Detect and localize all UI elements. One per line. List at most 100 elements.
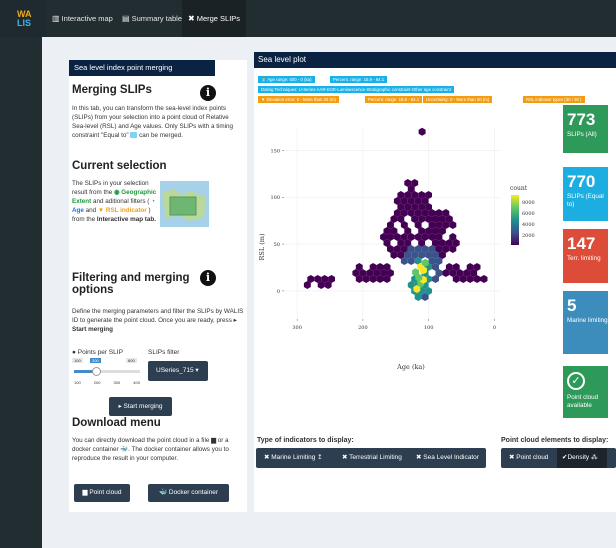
toggle-label: Point cloud xyxy=(516,454,549,461)
uncertainty-badge: Uncertainty: 0 - More than 20 (m) xyxy=(423,96,493,103)
legend-title: count xyxy=(510,185,528,192)
slider-tick: 300 xyxy=(113,380,121,385)
tab-label: Summary table xyxy=(131,14,182,23)
slider-min: 100 xyxy=(72,358,83,363)
docker-icon: 🐳 xyxy=(120,446,129,453)
stat-label: SLIPs (All) xyxy=(567,131,597,138)
merging-text-end: can be merged. xyxy=(139,132,183,139)
tab-summary-table[interactable]: ▤ Summary table xyxy=(116,0,188,37)
x-axis-label: Age (ka) xyxy=(396,363,425,371)
slider-tick: 100 xyxy=(74,380,81,385)
toggle-label: Marine Limiting xyxy=(271,454,316,461)
indicator-type-toolbar: ✖ Marine Limiting ↥ ✖ Terrestrial Limiti… xyxy=(256,448,486,468)
download-menu-title: Download menu xyxy=(72,417,161,429)
info-icon[interactable]: i xyxy=(200,85,216,101)
filter-title-line2: options xyxy=(72,284,114,296)
points-per-slip-label: ● Points per SLIP xyxy=(72,349,123,356)
colorbar-tick-label: 6000 xyxy=(522,211,535,217)
selection-description: The SLIPs in your selection result from … xyxy=(72,179,160,224)
stat-label: Point cloud available xyxy=(567,394,599,409)
percent-range-badge-2: Percent. range: 15.9 - 84.1 xyxy=(365,96,423,103)
merge-icon: ✖ xyxy=(188,14,195,23)
interactive-map-tab-label: Interactive map tab. xyxy=(96,216,157,223)
filter-text-bold: Start merging xyxy=(72,326,113,333)
dating-techniques-badge: Dating Techniques: U-Series-AAR-ESR-Lumi… xyxy=(258,86,454,93)
slips-filter-label: SLIPs filter xyxy=(148,349,180,356)
badge-text: Age range: 500 - 0 (ka) xyxy=(267,77,312,82)
stat-card: 5 Marine limiting xyxy=(563,291,608,354)
slider-value: 200 xyxy=(90,358,101,363)
stat-label: SLIPs (Equal to) xyxy=(567,193,604,208)
filter-text: Define the merging parameters and filter… xyxy=(72,308,244,324)
slips-filter-select[interactable]: USeries_715 ▾ xyxy=(148,361,208,381)
file-icon: ▆ xyxy=(82,489,88,496)
docker-icon: 🐳 xyxy=(158,489,168,496)
terrestrial-limiting-toggle[interactable]: ✖ Terrestrial Limiting xyxy=(342,448,402,468)
y-tick-label: 0 xyxy=(277,289,280,295)
rsl-text: RSL indicator xyxy=(105,207,147,214)
sea-level-indicator-toggle[interactable]: ✖ Sea Level Indicator xyxy=(416,448,479,468)
x-tick-label: 200 xyxy=(358,325,368,331)
map-icon: ▥ xyxy=(52,14,60,23)
stat-value: 770 xyxy=(567,172,596,191)
walis-logo[interactable]: WA LIS xyxy=(0,0,46,37)
slider-handle[interactable] xyxy=(92,367,101,376)
point-cloud-toggle[interactable]: ✖ Point cloud xyxy=(509,448,548,468)
filter-title-line1: Filtering and merging xyxy=(72,272,190,284)
selection-minimap xyxy=(160,181,209,227)
elevation-error-badge: ▼ Elevation error: 0 - More than 20 (m) xyxy=(258,96,339,103)
selection-text: and aditional filters ( xyxy=(93,198,150,205)
point-cloud-button-label: Point cloud xyxy=(89,489,122,496)
table-icon: ▤ xyxy=(122,14,130,23)
slider-tick: 200 xyxy=(93,380,101,385)
download-docker-button[interactable]: 🐳 Docker container xyxy=(148,484,229,502)
sidebar xyxy=(0,37,42,548)
tab-merge-slips[interactable]: ✖ Merge SLIPs xyxy=(182,0,247,37)
merging-panel-header: Sea level index point merging xyxy=(69,60,215,76)
stat-card: ✓ Point cloud available xyxy=(563,366,608,418)
check-circle-icon: ✓ xyxy=(567,372,585,390)
stat-card: 773 SLIPs (All) xyxy=(563,105,608,153)
toggle-label: Density xyxy=(567,454,590,461)
docker-button-label: Docker container xyxy=(168,489,219,496)
colorbar xyxy=(511,195,519,245)
y-tick-label: 150 xyxy=(270,148,280,154)
info-icon[interactable]: i xyxy=(200,270,216,286)
start-merging-button[interactable]: ▸ Start merging xyxy=(109,397,172,416)
start-button-label: Start merging xyxy=(123,403,163,410)
filtering-title: Filtering and merging options xyxy=(72,272,190,296)
points-label-text: Points per SLIP xyxy=(77,349,123,356)
rsl-indicator-types-badge: RSL indicator types (30 / 30 ) xyxy=(523,96,585,103)
stat-value: 5 xyxy=(567,296,577,315)
marine-limiting-toggle[interactable]: ✖ Marine Limiting ↥ xyxy=(264,448,323,468)
points-per-slip-slider[interactable]: 100 200 600 100 200 300 400 xyxy=(72,358,144,390)
colorbar-tick-label: 2000 xyxy=(522,233,535,239)
x-tick-label: 100 xyxy=(424,325,434,331)
type-indicators-label: Type of indicators to display: xyxy=(257,437,354,444)
slips-filter-value: USeries_715 xyxy=(156,367,194,374)
colorbar-tick-label: 4000 xyxy=(522,222,535,228)
stat-card: 770 SLIPs (Equal to) xyxy=(563,167,608,221)
age-range-badge: ⏳ Age range: 500 - 0 (ka) xyxy=(258,76,315,83)
logo-text-lis: LIS xyxy=(17,18,32,28)
badge-text: Elevation error: 0 - More than 20 (m) xyxy=(266,97,336,102)
colorbar-tick-label: 8000 xyxy=(522,200,535,206)
and-text: and xyxy=(85,207,97,214)
download-text: You can directly download the point clou… xyxy=(72,437,210,444)
y-tick-label: 50 xyxy=(274,242,280,248)
stat-label: Terr. limiting xyxy=(567,255,601,262)
file-icon: ▆ xyxy=(211,437,216,444)
download-point-cloud-button[interactable]: ▆ Point cloud xyxy=(74,484,130,502)
slider-ticks: 100 200 300 400 xyxy=(74,380,140,385)
merging-slips-title: Merging SLIPs xyxy=(72,84,152,96)
filter-description: Define the merging parameters and filter… xyxy=(72,308,244,333)
slider-max: 600 xyxy=(126,358,137,363)
merging-description: In this tab, you can transform the sea-l… xyxy=(72,104,242,140)
sea-level-density-plot[interactable]: 150 100 50 0 300 200 100 0 Age (ka) RSL (m) cou… xyxy=(256,107,556,375)
x-tick-label: 300 xyxy=(292,325,302,331)
sea-level-plot-header: Sea level plot xyxy=(254,52,616,68)
tab-interactive-map[interactable]: ▥ Interactive map xyxy=(46,0,119,37)
x-tick-label: 0 xyxy=(493,325,496,331)
density-toggle[interactable]: ✔Density ⁂ xyxy=(557,448,607,468)
stat-label: Marine limiting xyxy=(567,317,608,324)
